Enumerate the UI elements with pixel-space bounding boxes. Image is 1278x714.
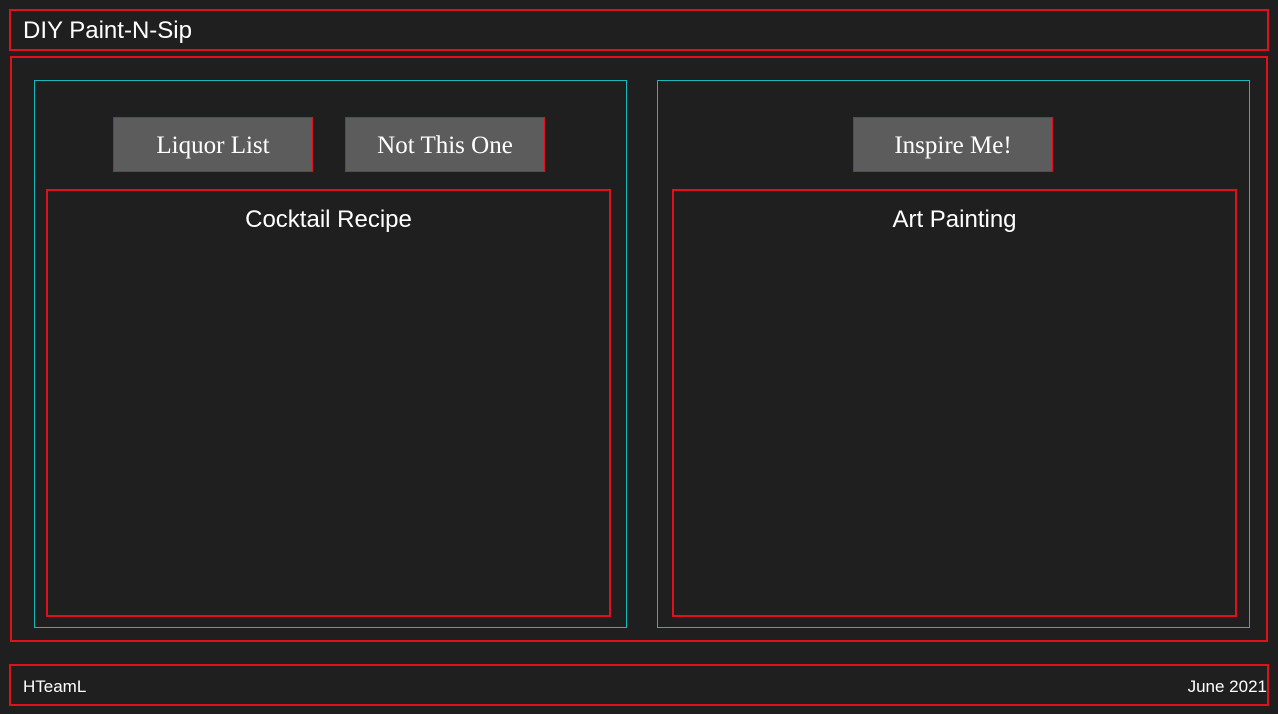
footer-team-name: HTeamL [23, 677, 87, 696]
inspire-me-button[interactable]: Inspire Me! [853, 117, 1053, 172]
art-panel: Inspire Me! Art Painting [657, 80, 1250, 628]
main-content: Liquor List Not This One Cocktail Recipe… [10, 56, 1268, 642]
cocktail-recipe-title: Cocktail Recipe [245, 206, 412, 233]
art-painting-title: Art Painting [892, 206, 1017, 233]
art-painting-box: Art Painting [672, 189, 1237, 617]
cocktail-panel: Liquor List Not This One Cocktail Recipe [34, 80, 627, 628]
app-footer: HTeamL June 2021 [9, 664, 1269, 706]
app-title: DIY Paint-N-Sip [23, 17, 192, 44]
liquor-list-button[interactable]: Liquor List [113, 117, 313, 172]
not-this-one-button[interactable]: Not This One [345, 117, 545, 172]
cocktail-recipe-box: Cocktail Recipe [46, 189, 611, 617]
footer-date: June 2021 [1187, 677, 1267, 696]
app-header: DIY Paint-N-Sip [9, 9, 1269, 51]
